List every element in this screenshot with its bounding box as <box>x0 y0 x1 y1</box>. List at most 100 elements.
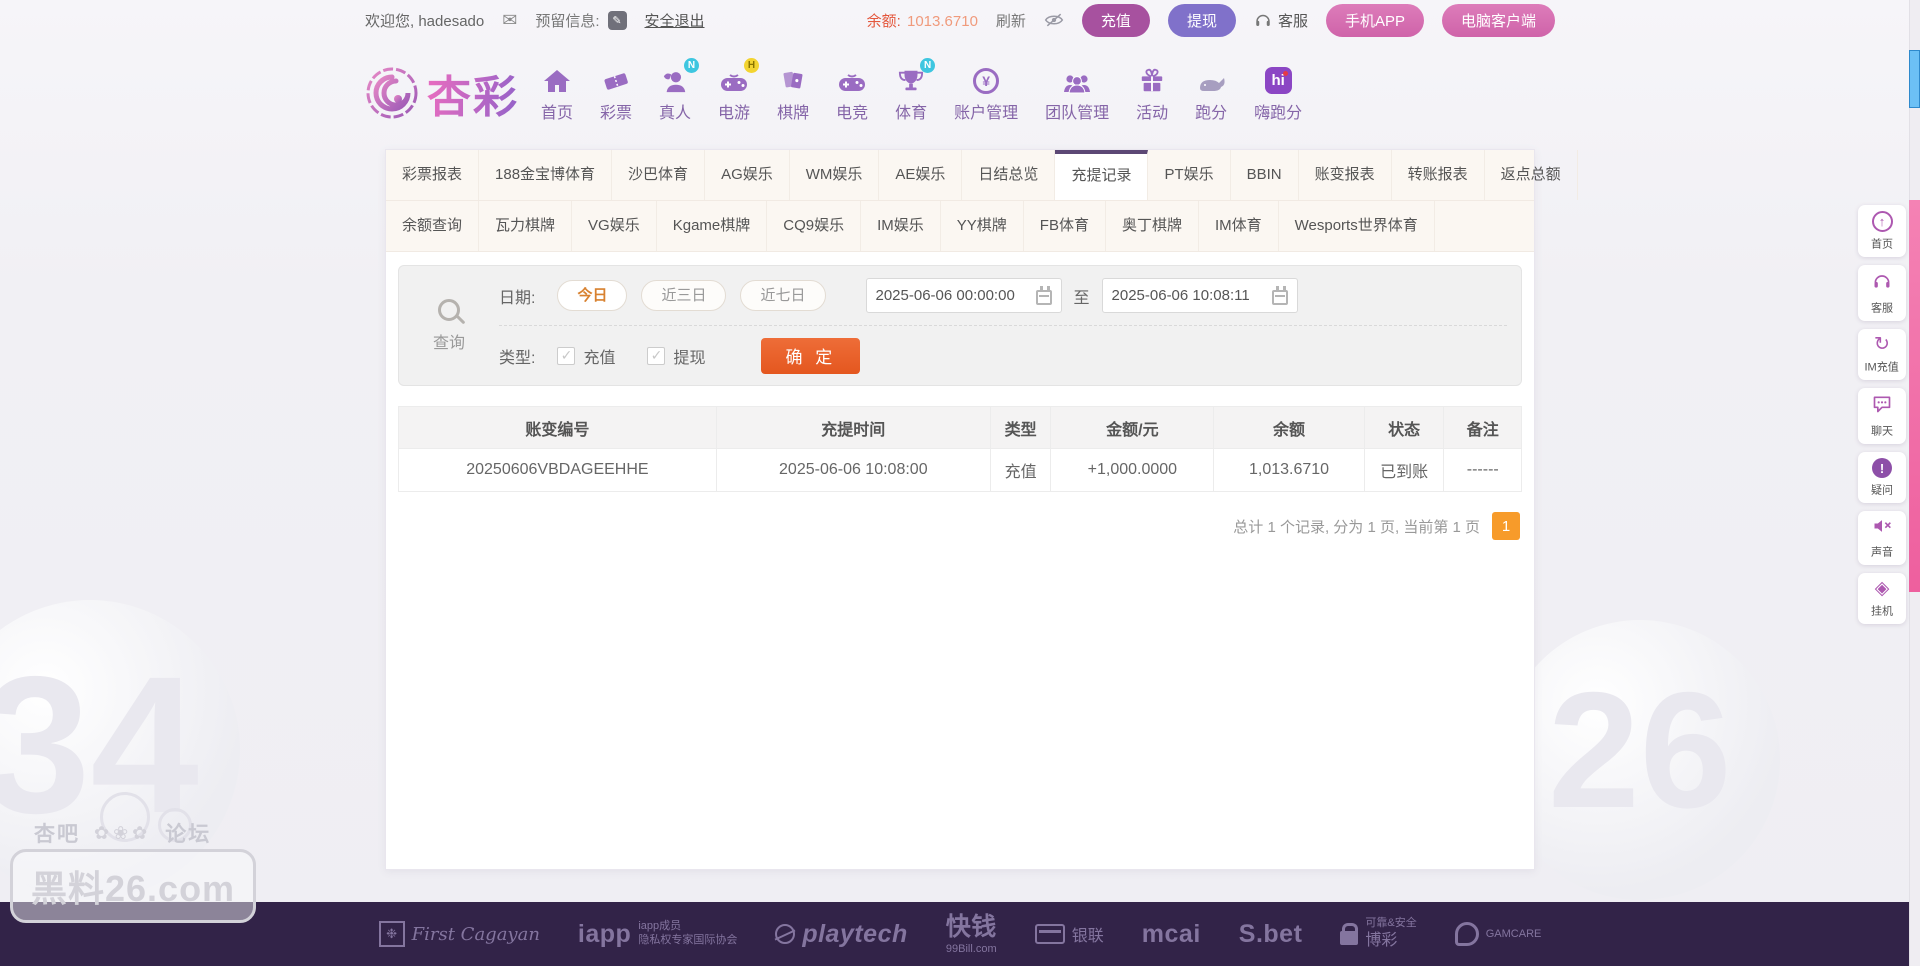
submit-button[interactable]: 确 定 <box>761 337 861 374</box>
tab-item[interactable]: 188金宝博体育 <box>479 150 613 200</box>
up-arrow-circle-icon: ↑ <box>1871 211 1893 232</box>
exclamation-circle-icon: ! <box>1872 458 1892 478</box>
eye-slash-icon[interactable] <box>1044 13 1064 27</box>
tab-item-active[interactable]: 充提记录 <box>1055 150 1149 200</box>
tab-item[interactable]: AG娱乐 <box>705 150 790 200</box>
watermark-left-text: 杏吧 <box>34 823 80 846</box>
nav-item-hi-paofen[interactable]: hi 嗨跑分 <box>1254 64 1302 123</box>
nav-item-live[interactable]: N 真人 <box>659 57 700 123</box>
float-item-home[interactable]: ↑ 首页 <box>1858 205 1906 257</box>
brand-logo[interactable]: 杏彩 <box>365 61 519 125</box>
tab-item[interactable]: IM体育 <box>1199 201 1279 251</box>
tab-item[interactable]: IM娱乐 <box>861 201 941 251</box>
float-item-service[interactable]: 客服 <box>1858 265 1906 321</box>
deposit-button[interactable]: 充值 <box>1081 3 1150 37</box>
scrollbar-thumb[interactable] <box>1909 50 1920 108</box>
main-content-card: 彩票报表 188金宝博体育 沙巴体育 AG娱乐 WM娱乐 AE娱乐 日结总览 充… <box>385 149 1578 870</box>
nav-item-account[interactable]: ¥ 账户管理 <box>954 64 1018 123</box>
date-to-input[interactable] <box>1111 287 1264 304</box>
nav-item-sports[interactable]: N 体育 <box>895 57 936 123</box>
tab-item[interactable]: 转账报表 <box>1392 150 1485 200</box>
tab-item[interactable]: 余额查询 <box>386 201 480 251</box>
tab-item[interactable]: 日结总览 <box>962 150 1056 200</box>
tab-item[interactable]: 账变报表 <box>1299 150 1392 200</box>
mobile-app-button[interactable]: 手机APP <box>1325 3 1424 37</box>
tab-item[interactable]: CQ9娱乐 <box>767 201 862 251</box>
nav-label: 棋牌 <box>777 104 810 122</box>
float-item-sound[interactable]: 声音 <box>1858 511 1906 565</box>
tab-item[interactable]: Wesports世界体育 <box>1279 201 1435 251</box>
calendar-icon[interactable] <box>1035 285 1052 305</box>
logo-text: 博彩 <box>1365 931 1398 949</box>
tab-item[interactable]: AE娱乐 <box>879 150 963 200</box>
calendar-icon[interactable] <box>1271 285 1288 305</box>
footer-logo-iapp: iapp iapp成员 隐私权专家国际协会 <box>578 920 737 949</box>
footer-logo-bocai: 可靠&安全 博彩 <box>1340 917 1417 951</box>
nav-item-home[interactable]: 首页 <box>541 64 573 123</box>
float-item-chat[interactable]: 聊天 <box>1858 388 1906 444</box>
main-nav: 首页 彩票 N 真人 H 电游 棋牌 电竞 N 体育 ¥ 账户管理 团队管理 活… <box>541 57 1302 123</box>
gamepad-icon: H <box>720 57 760 94</box>
footer-logo-playtech: playtech <box>775 920 907 949</box>
nav-item-esports[interactable]: 电竞 <box>836 64 868 123</box>
pc-client-button[interactable]: 电脑客户端 <box>1441 3 1555 37</box>
rhino-icon <box>1196 64 1226 94</box>
tab-item[interactable]: 奥丁棋牌 <box>1106 201 1199 251</box>
table-row: 20250606VBDAGEEHHE 2025-06-06 10:08:00 充… <box>398 448 1522 492</box>
nav-label: 跑分 <box>1195 104 1228 122</box>
footer: ❉ First Cagayan iapp iapp成员 隐私权专家国际协会 pl… <box>0 902 1920 966</box>
refresh-link[interactable]: 刷新 <box>996 10 1026 31</box>
float-item-idle[interactable]: ◈ 挂机 <box>1858 573 1906 624</box>
date-from-input[interactable] <box>875 287 1028 304</box>
forum-watermark: 杏吧 ✿❀✿ 论坛 <box>34 818 211 848</box>
withdraw-button[interactable]: 提现 <box>1167 3 1236 37</box>
float-label: 声音 <box>1870 545 1894 559</box>
type-withdraw-checkbox[interactable]: ✓ 提现 <box>647 344 705 368</box>
nav-label: 团队管理 <box>1045 104 1110 122</box>
tab-item[interactable]: VG娱乐 <box>572 201 657 251</box>
tab-item[interactable]: BBIN <box>1231 150 1299 200</box>
nav-item-egames[interactable]: H 电游 <box>718 57 760 123</box>
logo-subtext: 可靠&安全 <box>1365 917 1417 930</box>
type-label: 类型: <box>499 349 536 367</box>
refresh-icon: ↻ <box>1874 334 1890 355</box>
logo-text: 快钱 <box>945 912 997 941</box>
nav-item-paofen[interactable]: 跑分 <box>1195 64 1227 123</box>
page-1-button[interactable]: 1 <box>1492 512 1520 540</box>
tab-item[interactable]: WM娱乐 <box>790 150 880 200</box>
pagination: 总计 1 个记录, 分为 1 页, 当前第 1 页 1 <box>400 512 1520 540</box>
col-header-amount: 金额/元 <box>1050 406 1215 449</box>
tab-item[interactable]: 返点总额 <box>1485 150 1578 200</box>
range-today-button[interactable]: 今日 <box>557 280 628 311</box>
float-item-im-recharge[interactable]: ↻ IM充值 <box>1858 329 1906 380</box>
range-3days-button[interactable]: 近三日 <box>641 280 727 311</box>
customer-service-link[interactable]: 客服 <box>1254 10 1308 31</box>
search-icon <box>438 298 460 321</box>
hot-badge: H <box>744 57 760 73</box>
tab-item[interactable]: 沙巴体育 <box>612 150 706 200</box>
float-item-question[interactable]: ! 疑问 <box>1858 452 1906 503</box>
table-header-row: 账变编号 充提时间 类型 金额/元 余额 状态 备注 <box>398 406 1522 449</box>
nav-item-promo[interactable]: 活动 <box>1136 64 1168 123</box>
edit-pencil-icon[interactable]: ✎ <box>607 10 627 30</box>
nav-item-team[interactable]: 团队管理 <box>1045 64 1109 123</box>
type-deposit-checkbox[interactable]: ✓ 充值 <box>557 344 615 368</box>
mail-icon[interactable]: ✉ <box>502 10 517 31</box>
query-label-text: 查询 <box>432 334 465 352</box>
range-7days-button[interactable]: 近七日 <box>740 280 826 311</box>
tab-item[interactable]: Kgame棋牌 <box>657 201 768 251</box>
tab-item[interactable]: 瓦力棋牌 <box>479 201 573 251</box>
tab-item[interactable]: PT娱乐 <box>1148 150 1231 200</box>
nav-item-lottery[interactable]: 彩票 <box>600 64 632 123</box>
cell-amount: +1,000.0000 <box>1050 448 1215 492</box>
nav-label: 嗨跑分 <box>1254 104 1303 122</box>
nav-label: 账户管理 <box>954 104 1019 122</box>
query-panel-label: 查询 <box>399 266 499 385</box>
nav-item-chess[interactable]: 棋牌 <box>777 64 809 123</box>
tab-item[interactable]: FB体育 <box>1024 201 1106 251</box>
tab-item[interactable]: YY棋牌 <box>941 201 1024 251</box>
cell-remark: ------ <box>1443 448 1522 492</box>
tab-item[interactable]: 彩票报表 <box>386 150 480 200</box>
logout-link[interactable]: 安全退出 <box>645 10 705 31</box>
home-icon <box>543 64 571 94</box>
